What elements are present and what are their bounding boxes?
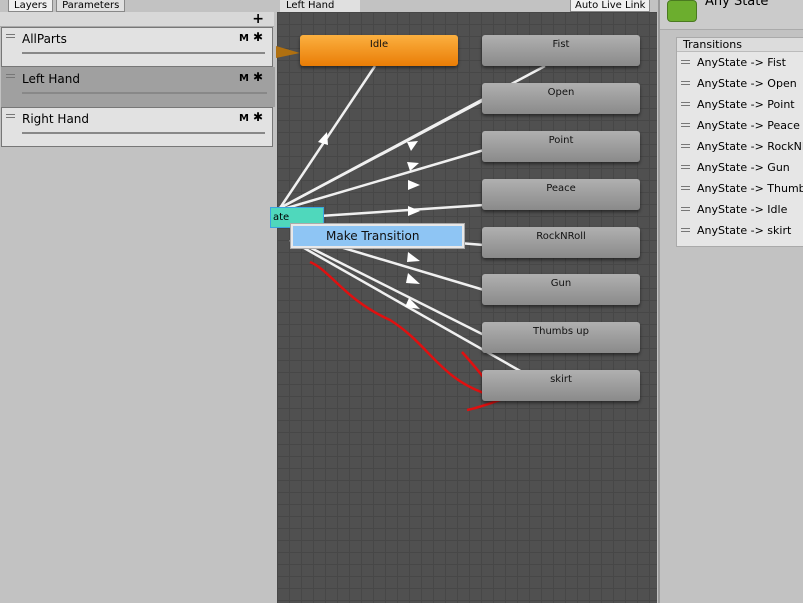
transition-label: AnyState -> Gun [697, 161, 790, 174]
state-point[interactable]: Point [482, 131, 640, 162]
inspector-header: Any State [660, 0, 803, 30]
state-thumbs-up[interactable]: Thumbs up [482, 322, 640, 353]
transition-label: AnyState -> skirt [697, 224, 792, 237]
state-open[interactable]: Open [482, 83, 640, 114]
transition-item[interactable]: AnyState -> Peace [677, 115, 803, 136]
drag-handle-icon[interactable] [681, 102, 690, 106]
transition-line[interactable] [319, 203, 485, 218]
drag-handle-icon[interactable] [681, 186, 690, 190]
annotation-arrow [309, 260, 502, 412]
context-menu: Make Transition [290, 223, 465, 249]
transition-item[interactable]: AnyState -> Fist [677, 52, 803, 73]
transitions-header: Transitions [677, 38, 803, 52]
transitions-list: Transitions AnyState -> Fist AnyState ->… [676, 37, 803, 247]
transition-item[interactable]: AnyState -> RockNRoll [677, 136, 803, 157]
arrow-icon [407, 141, 418, 151]
arrow-icon [318, 132, 328, 145]
drag-handle-icon[interactable] [681, 144, 690, 148]
transition-item[interactable]: AnyState -> Idle [677, 199, 803, 220]
arrow-icon [406, 273, 420, 284]
drag-handle-icon[interactable] [681, 165, 690, 169]
state-gun[interactable]: Gun [482, 274, 640, 305]
transition-item[interactable]: AnyState -> skirt [677, 220, 803, 241]
any-state-icon [667, 0, 697, 22]
inspector-panel: Any State Transitions AnyState -> Fist A… [658, 0, 803, 603]
transition-label: AnyState -> Idle [697, 203, 788, 216]
state-fist[interactable]: Fist [482, 35, 640, 66]
drag-handle-icon[interactable] [681, 228, 690, 232]
drag-handle-icon[interactable] [681, 60, 690, 64]
make-transition-menu-item[interactable]: Make Transition [293, 226, 462, 246]
state-idle[interactable]: Idle [300, 35, 458, 66]
arrow-icon [407, 252, 420, 262]
state-rocknroll[interactable]: RockNRoll [482, 227, 640, 258]
transition-label: AnyState -> Point [697, 98, 795, 111]
transition-item[interactable]: AnyState -> Thumbs up [677, 178, 803, 199]
drag-handle-icon[interactable] [681, 207, 690, 211]
arrow-icon [408, 206, 420, 216]
transition-label: AnyState -> Fist [697, 56, 786, 69]
drag-handle-icon[interactable] [681, 81, 690, 85]
transition-item[interactable]: AnyState -> Gun [677, 157, 803, 178]
state-skirt[interactable]: skirt [482, 370, 640, 401]
entry-arrow-icon [276, 46, 300, 58]
transition-label: AnyState -> Thumbs up [697, 182, 803, 195]
transition-item[interactable]: AnyState -> Open [677, 73, 803, 94]
transition-label: AnyState -> Open [697, 77, 797, 90]
transition-label: AnyState -> RockNRoll [697, 140, 803, 153]
transition-item[interactable]: AnyState -> Point [677, 94, 803, 115]
transition-label: AnyState -> Peace [697, 119, 800, 132]
transition-line[interactable] [279, 148, 485, 212]
transition-line[interactable] [279, 98, 485, 210]
arrow-icon [408, 180, 420, 190]
inspector-title: Any State [705, 0, 769, 9]
state-peace[interactable]: Peace [482, 179, 640, 210]
drag-handle-icon[interactable] [681, 123, 690, 127]
